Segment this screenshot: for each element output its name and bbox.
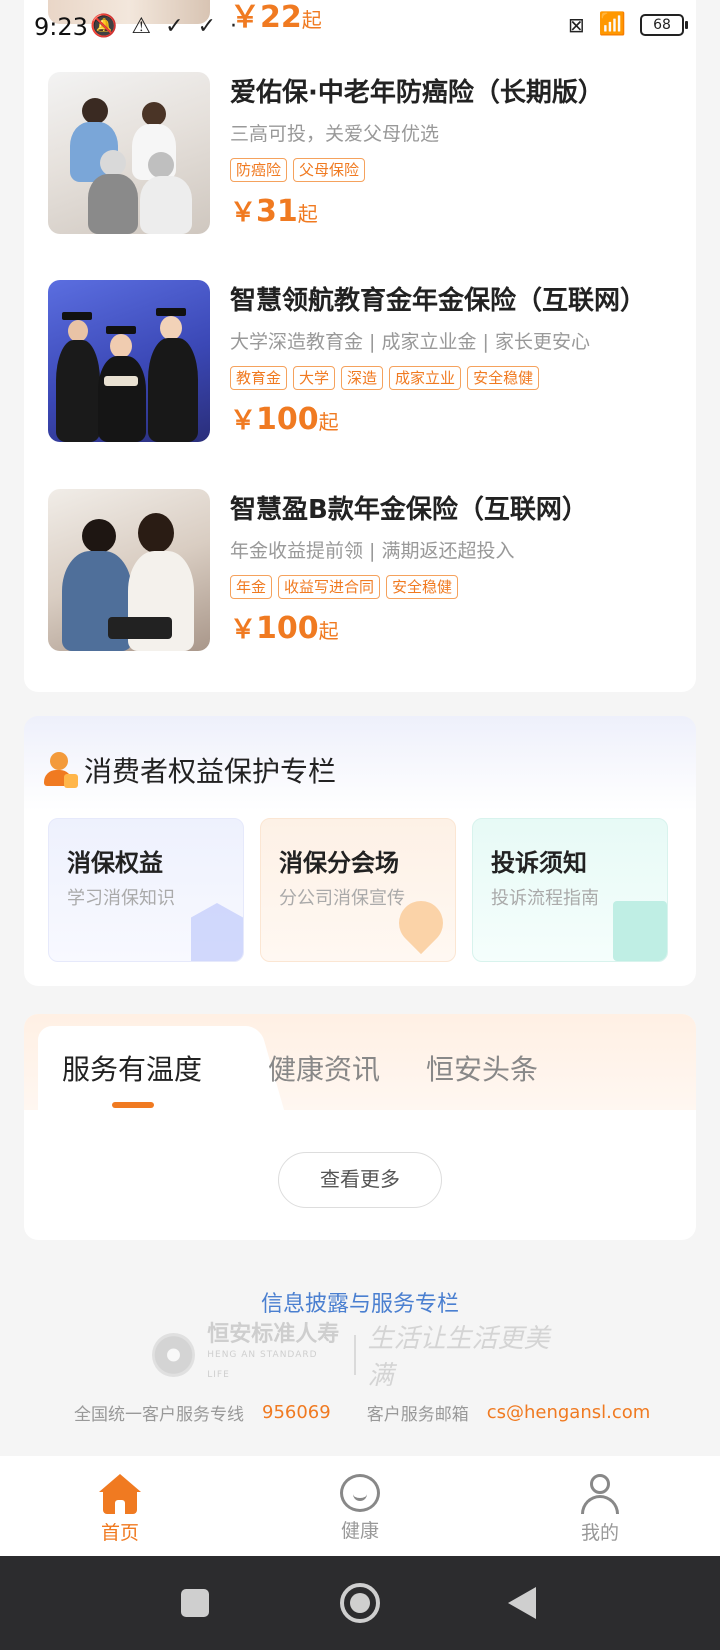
recents-button[interactable] <box>181 1589 209 1617</box>
system-nav-bar <box>0 1556 720 1650</box>
product-item-anticancer[interactable]: 爱佑保·中老年防癌险（长期版） 三高可投，关爱父母优选 防癌险 父母保险 ￥31… <box>48 72 678 236</box>
product-tag: 深造 <box>341 366 384 390</box>
wifi-icon: 📶 <box>598 12 626 37</box>
nav-label: 健康 <box>340 1520 379 1542</box>
notification-icons: 🔕 ⚠ ✓ ✓ · <box>90 14 237 39</box>
product-title: 智慧盈B款年金保险（互联网） <box>230 495 588 525</box>
tab-bar: 服务有温度 健康资讯 恒安头条 <box>24 1014 696 1110</box>
home-button[interactable] <box>340 1583 380 1623</box>
product-info: 智慧盈B款年金保险（互联网） 年金收益提前领 | 满期返还超投入 年金 收益写进… <box>230 489 680 646</box>
tab-health-news[interactable]: 健康资讯 <box>268 1048 380 1088</box>
hotline-label: 全国统一客户服务专线 <box>74 1405 244 1425</box>
consumer-person-icon <box>42 752 78 788</box>
user-icon <box>579 1474 621 1514</box>
product-tags: 年金 收益写进合同 安全稳健 <box>230 575 680 599</box>
status-bar: 9:23 🔕 ⚠ ✓ ✓ · ⊠ 📶 68 <box>0 0 720 54</box>
service-news-section: 服务有温度 健康资讯 恒安头条 查看更多 <box>24 1014 696 1240</box>
product-subtitle: 大学深造教育金 | 成家立业金 | 家长更安心 <box>230 331 590 353</box>
bell-off-icon: 🔕 <box>90 14 118 39</box>
product-item-education[interactable]: 智慧领航教育金年金保险（互联网） 大学深造教育金 | 成家立业金 | 家长更安心… <box>48 280 678 444</box>
check-icon: ✓ <box>197 14 217 39</box>
status-time: 9:23 <box>34 13 88 41</box>
section-header: 消费者权益保护专栏 <box>42 750 336 790</box>
tile-title: 消保权益 <box>67 849 163 877</box>
view-more-button[interactable]: 查看更多 <box>278 1152 442 1208</box>
product-thumbnail <box>48 280 210 442</box>
product-tag: 安全稳健 <box>467 366 540 390</box>
product-tag: 父母保险 <box>293 158 366 182</box>
nav-item-mine[interactable]: 我的 <box>480 1456 720 1556</box>
product-title: 爱佑保·中老年防癌险（长期版） <box>230 78 604 108</box>
product-subtitle: 年金收益提前领 | 满期返还超投入 <box>230 540 515 562</box>
home-icon <box>99 1474 141 1514</box>
logo-icon <box>152 1333 196 1377</box>
warning-icon: ⚠ <box>131 14 152 39</box>
rights-tile-complaint-guide[interactable]: 投诉须知 投诉流程指南 <box>472 818 668 962</box>
product-item-annuity[interactable]: 智慧盈B款年金保险（互联网） 年金收益提前领 | 满期返还超投入 年金 收益写进… <box>48 489 678 653</box>
tile-subtitle: 学习消保知识 <box>67 888 175 909</box>
product-thumbnail <box>48 489 210 651</box>
email-link[interactable]: cs@hengansl.com <box>487 1402 651 1423</box>
hotline-number[interactable]: 956069 <box>262 1402 331 1423</box>
email-label: 客户服务邮箱 <box>366 1405 469 1425</box>
rights-tile-consumer-rights[interactable]: 消保权益 学习消保知识 <box>48 818 244 962</box>
tile-title: 消保分会场 <box>279 849 399 877</box>
no-sim-icon: ⊠ <box>567 12 585 37</box>
dot-icon: · <box>230 14 238 39</box>
nav-label: 首页 <box>100 1522 139 1544</box>
back-button[interactable] <box>508 1587 536 1619</box>
check-icon: ✓ <box>165 14 184 39</box>
product-title: 智慧领航教育金年金保险（互联网） <box>230 286 647 316</box>
heart-icon <box>340 1474 380 1512</box>
product-price: ￥100起 <box>230 402 339 437</box>
document-icon <box>613 901 667 961</box>
product-tag: 防癌险 <box>230 158 288 182</box>
disclosure-link[interactable]: 信息披露与服务专栏 <box>0 1286 720 1318</box>
rights-tiles: 消保权益 学习消保知识 消保分会场 分公司消保宣传 投诉须知 投诉流程指南 <box>48 818 668 962</box>
product-tag: 年金 <box>230 575 273 599</box>
bottom-nav: 首页 健康 我的 <box>0 1456 720 1556</box>
product-tag: 大学 <box>293 366 336 390</box>
system-icons: ⊠ 📶 68 <box>567 12 688 37</box>
product-subtitle: 三高可投，关爱父母优选 <box>230 123 440 145</box>
product-price: ￥100起 <box>230 611 339 646</box>
product-info: 爱佑保·中老年防癌险（长期版） 三高可投，关爱父母优选 防癌险 父母保险 ￥31… <box>230 72 680 229</box>
logo-slogan: 生活让生活更美满 <box>367 1324 550 1391</box>
tile-title: 投诉须知 <box>491 849 587 877</box>
company-logo: 恒安标准人寿 HENG AN STANDARD LIFE 生活让生活更美满 <box>152 1324 572 1391</box>
contact-info: 全国统一客户服务专线 956069 客户服务邮箱 cs@hengansl.com <box>74 1400 650 1425</box>
tab-service[interactable]: 服务有温度 <box>62 1048 202 1088</box>
product-info: 智慧领航教育金年金保险（互联网） 大学深造教育金 | 成家立业金 | 家长更安心… <box>230 280 680 437</box>
nav-item-health[interactable]: 健康 <box>240 1456 480 1556</box>
nav-item-home[interactable]: 首页 <box>0 1456 240 1556</box>
battery-icon: 68 <box>640 13 688 36</box>
product-thumbnail <box>48 72 210 234</box>
consumer-rights-section: 消费者权益保护专栏 消保权益 学习消保知识 消保分会场 分公司消保宣传 投诉须知… <box>24 716 696 986</box>
rights-tile-branch-venue[interactable]: 消保分会场 分公司消保宣传 <box>260 818 456 962</box>
tab-indicator <box>112 1102 154 1108</box>
product-tag: 成家立业 <box>389 366 462 390</box>
nav-label: 我的 <box>580 1522 619 1544</box>
product-tags: 防癌险 父母保险 <box>230 158 680 182</box>
product-price: ￥31起 <box>230 194 318 229</box>
product-tags: 教育金 大学 深造 成家立业 安全稳健 <box>230 366 680 390</box>
section-title: 消费者权益保护专栏 <box>84 755 337 788</box>
tab-hengan-headlines[interactable]: 恒安头条 <box>426 1048 538 1088</box>
product-tag: 收益写进合同 <box>278 575 381 599</box>
product-tag: 安全稳健 <box>386 575 459 599</box>
shield-check-icon <box>191 903 243 961</box>
product-tag: 教育金 <box>230 366 288 390</box>
